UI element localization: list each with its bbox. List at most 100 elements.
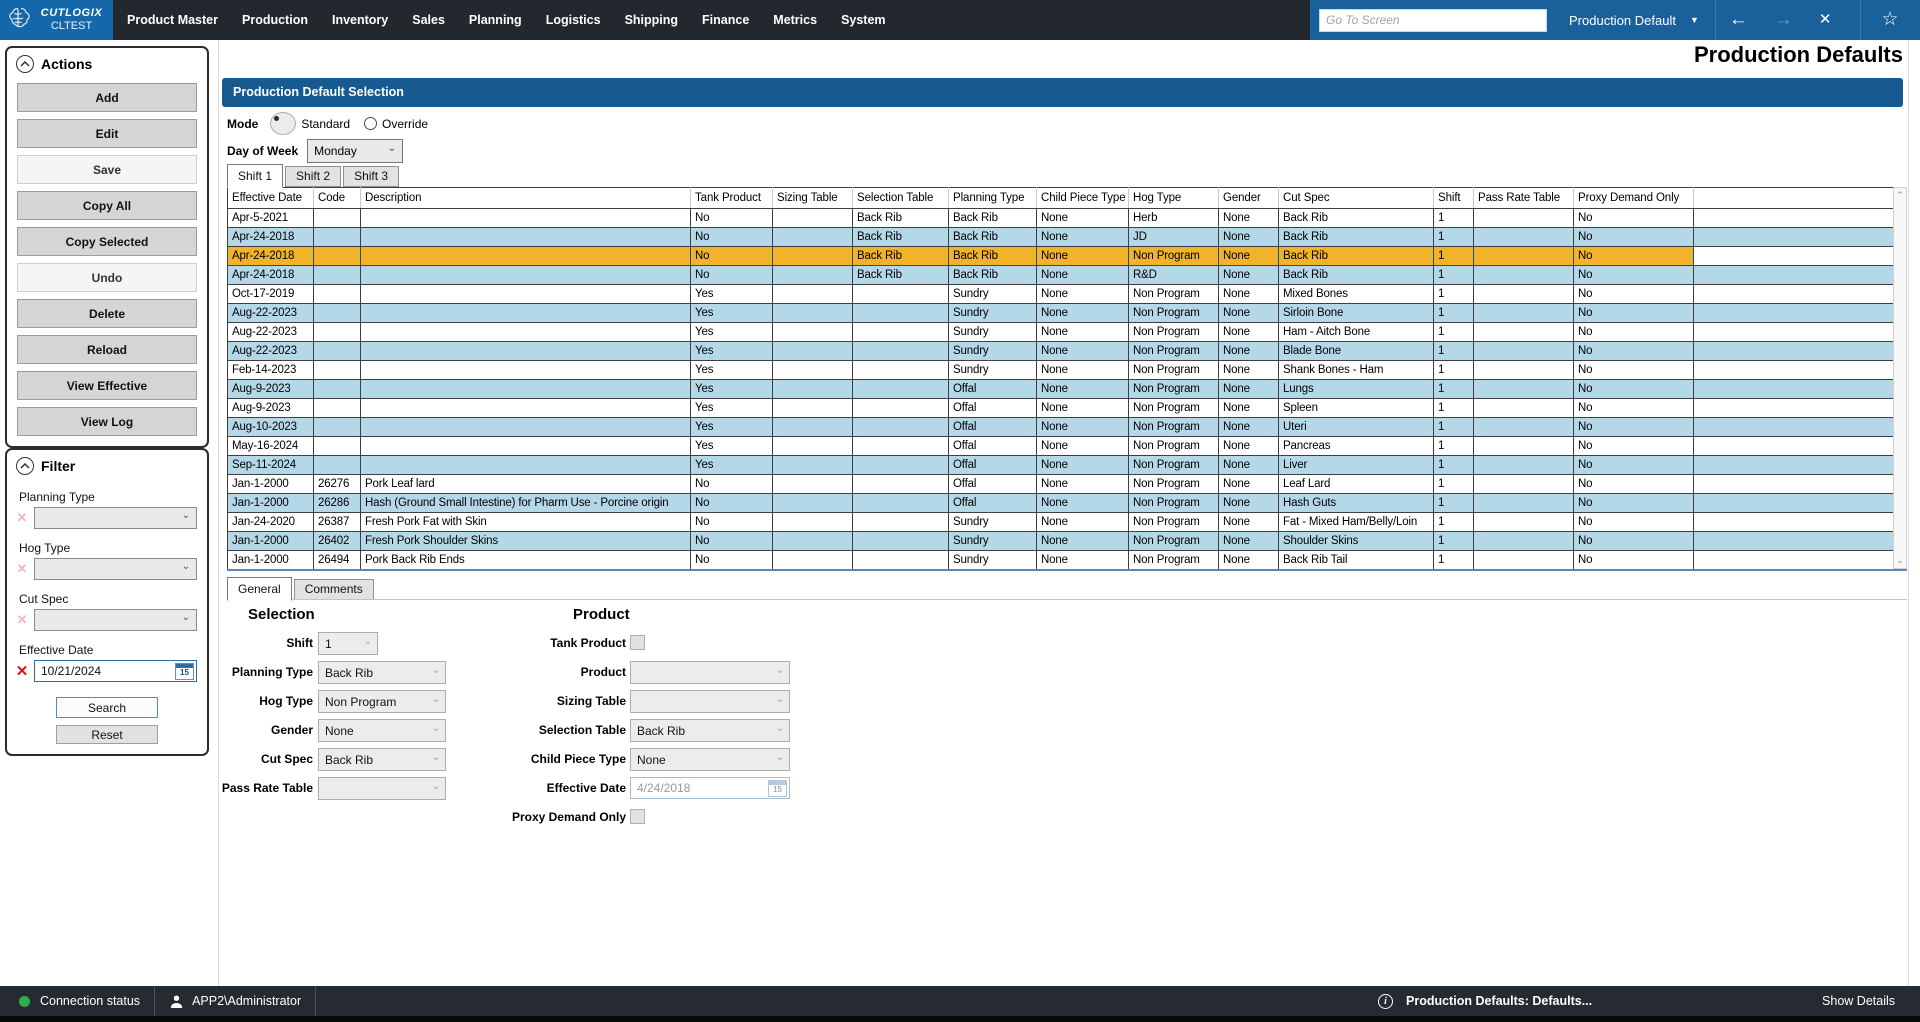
- table-cell: None: [1219, 247, 1279, 266]
- form-select-selection-table[interactable]: Back Rib: [630, 719, 790, 742]
- column-header-description[interactable]: Description: [361, 188, 691, 209]
- column-header-gender[interactable]: Gender: [1219, 188, 1279, 209]
- form-select-product[interactable]: [630, 661, 790, 684]
- table-row[interactable]: Aug-22-2023YesSundryNoneNon ProgramNoneH…: [228, 323, 1894, 342]
- menu-item-product-master[interactable]: Product Master: [127, 13, 218, 27]
- filter-dropdown-hog-type[interactable]: [34, 558, 197, 580]
- table-cell: Back Rib: [1279, 247, 1434, 266]
- tab-comments[interactable]: Comments: [294, 579, 374, 600]
- table-row[interactable]: Aug-22-2023YesSundryNoneNon ProgramNoneB…: [228, 342, 1894, 361]
- table-row[interactable]: Feb-14-2023YesSundryNoneNon ProgramNoneS…: [228, 361, 1894, 380]
- table-row[interactable]: Sep-11-2024YesOffalNoneNon ProgramNoneLi…: [228, 456, 1894, 475]
- menu-item-shipping[interactable]: Shipping: [625, 13, 678, 27]
- column-header-cut-spec[interactable]: Cut Spec: [1279, 188, 1434, 209]
- menu-item-finance[interactable]: Finance: [702, 13, 749, 27]
- back-arrow-icon[interactable]: ←: [1716, 0, 1761, 40]
- menu-item-sales[interactable]: Sales: [412, 13, 445, 27]
- table-row[interactable]: Aug-10-2023YesOffalNoneNon ProgramNoneUt…: [228, 418, 1894, 437]
- column-header-child-piece-type[interactable]: Child Piece Type: [1037, 188, 1129, 209]
- day-of-week-dropdown[interactable]: Monday: [307, 139, 403, 163]
- tab-shift-2[interactable]: Shift 2: [285, 166, 341, 187]
- menu-item-planning[interactable]: Planning: [469, 13, 522, 27]
- table-row[interactable]: Aug-22-2023YesSundryNoneNon ProgramNoneS…: [228, 304, 1894, 323]
- table-cell: Yes: [691, 418, 773, 437]
- vertical-scrollbar[interactable]: ⌃ ⌄: [1893, 187, 1907, 569]
- table-row[interactable]: Jan-1-200026494Pork Back Rib EndsNoSundr…: [228, 551, 1894, 570]
- form-checkbox-tank-product[interactable]: [630, 635, 645, 650]
- column-header-pass-rate-table[interactable]: Pass Rate Table: [1474, 188, 1574, 209]
- close-x-icon[interactable]: ✕: [1806, 0, 1845, 40]
- form-checkbox-proxy-demand-only[interactable]: [630, 809, 645, 824]
- column-header-planning-type[interactable]: Planning Type: [949, 188, 1037, 209]
- table-cell: [1694, 513, 1894, 532]
- table-row[interactable]: Apr-5-2021NoBack RibBack RibNoneHerbNone…: [228, 209, 1894, 228]
- screen-selector-dropdown[interactable]: Production Default ▼: [1569, 13, 1699, 28]
- edit-button[interactable]: Edit: [17, 119, 197, 148]
- menu-item-metrics[interactable]: Metrics: [773, 13, 817, 27]
- table-cell: [314, 418, 361, 437]
- table-row[interactable]: Aug-9-2023YesOffalNoneNon ProgramNoneLun…: [228, 380, 1894, 399]
- table-row[interactable]: Apr-24-2018NoBack RibBack RibNoneJDNoneB…: [228, 228, 1894, 247]
- form-select-child-piece-type[interactable]: None: [630, 748, 790, 771]
- show-details-link[interactable]: Show Details: [1822, 994, 1895, 1008]
- table-cell: Feb-14-2023: [228, 361, 314, 380]
- table-row[interactable]: Jan-1-200026286Hash (Ground Small Intest…: [228, 494, 1894, 513]
- table-row[interactable]: Jan-24-202026387Fresh Pork Fat with Skin…: [228, 513, 1894, 532]
- star-outline-icon[interactable]: ☆: [1861, 0, 1918, 40]
- form-select-sizing-table[interactable]: [630, 690, 790, 713]
- column-header-code[interactable]: Code: [314, 188, 361, 209]
- tab-general[interactable]: General: [227, 577, 292, 601]
- scroll-up-icon[interactable]: ⌃: [1894, 190, 1906, 201]
- copy-all-button[interactable]: Copy All: [17, 191, 197, 220]
- table-cell: [773, 342, 853, 361]
- add-button[interactable]: Add: [17, 83, 197, 112]
- view-effective-button[interactable]: View Effective: [17, 371, 197, 400]
- menu-item-system[interactable]: System: [841, 13, 885, 27]
- grid-bottom-border: [227, 569, 1907, 571]
- table-row[interactable]: Jan-1-200026402Fresh Pork Shoulder Skins…: [228, 532, 1894, 551]
- view-log-button[interactable]: View Log: [17, 407, 197, 436]
- go-to-screen-input[interactable]: [1319, 9, 1547, 32]
- tab-shift-3[interactable]: Shift 3: [343, 166, 399, 187]
- table-cell: Apr-24-2018: [228, 228, 314, 247]
- collapse-chevron-icon[interactable]: [16, 457, 34, 475]
- column-header-blank[interactable]: [1694, 188, 1894, 209]
- column-header-effective-date[interactable]: Effective Date: [228, 188, 314, 209]
- table-cell: No: [1574, 494, 1694, 513]
- filter-dropdown-planning-type[interactable]: [34, 507, 197, 529]
- form-date-effective-date[interactable]: 4/24/2018: [630, 777, 790, 799]
- table-row[interactable]: Apr-24-2018NoBack RibBack RibNoneNon Pro…: [228, 247, 1894, 266]
- column-header-sizing-table[interactable]: Sizing Table: [773, 188, 853, 209]
- undo-button[interactable]: Undo: [17, 263, 197, 292]
- column-header-tank-product[interactable]: Tank Product: [691, 188, 773, 209]
- mode-option-override[interactable]: Override: [364, 117, 428, 131]
- table-cell: [1694, 437, 1894, 456]
- menu-item-production[interactable]: Production: [242, 13, 308, 27]
- tab-shift-1[interactable]: Shift 1: [227, 164, 283, 188]
- table-cell: Back Rib: [853, 247, 949, 266]
- reload-button[interactable]: Reload: [17, 335, 197, 364]
- copy-selected-button[interactable]: Copy Selected: [17, 227, 197, 256]
- table-row[interactable]: Aug-9-2023YesOffalNoneNon ProgramNoneSpl…: [228, 399, 1894, 418]
- table-row[interactable]: Apr-24-2018NoBack RibBack RibNoneR&DNone…: [228, 266, 1894, 285]
- menu-item-inventory[interactable]: Inventory: [332, 13, 388, 27]
- table-cell: Non Program: [1129, 456, 1219, 475]
- mode-option-standard[interactable]: Standard: [270, 112, 350, 135]
- info-icon[interactable]: i: [1378, 994, 1393, 1009]
- table-row[interactable]: Jan-1-200026276Pork Leaf lardNoOffalNone…: [228, 475, 1894, 494]
- collapse-chevron-icon[interactable]: [16, 55, 34, 73]
- save-button[interactable]: Save: [17, 155, 197, 184]
- column-header-proxy-demand-only[interactable]: Proxy Demand Only: [1574, 188, 1694, 209]
- scroll-down-icon[interactable]: ⌄: [1894, 555, 1906, 566]
- table-cell: 1: [1434, 532, 1474, 551]
- column-header-shift[interactable]: Shift: [1434, 188, 1474, 209]
- table-row[interactable]: May-16-2024YesOffalNoneNon ProgramNonePa…: [228, 437, 1894, 456]
- delete-button[interactable]: Delete: [17, 299, 197, 328]
- table-cell: Back Rib: [1279, 209, 1434, 228]
- menu-item-logistics[interactable]: Logistics: [546, 13, 601, 27]
- table-cell: Non Program: [1129, 475, 1219, 494]
- column-header-selection-table[interactable]: Selection Table: [853, 188, 949, 209]
- column-header-hog-type[interactable]: Hog Type: [1129, 188, 1219, 209]
- table-row[interactable]: Oct-17-2019YesSundryNoneNon ProgramNoneM…: [228, 285, 1894, 304]
- form-select-shift[interactable]: 1: [318, 632, 378, 655]
